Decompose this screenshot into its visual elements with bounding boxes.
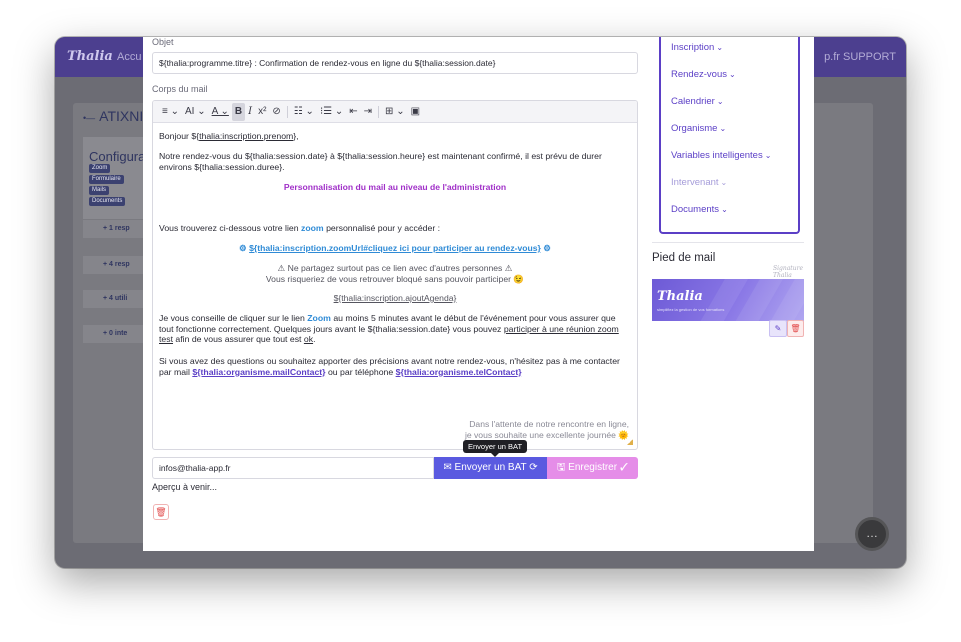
variable-group-inscription[interactable]: Inscription ⌄ [671, 42, 723, 53]
bold-button[interactable]: B [231, 102, 246, 121]
pencil-icon: ✎ [774, 324, 782, 333]
advice-paragraph: Je vous conseille de cliquer sur le lien… [159, 313, 619, 344]
admin-heading: Personnalisation du mail au niveau de l'… [283, 182, 507, 192]
footer-divider [652, 242, 804, 243]
background-tag-mails: Mails [89, 186, 110, 195]
variable-group-rendez-vous[interactable]: Rendez-vous ⌄ [671, 69, 736, 80]
chevron-down-icon: ⌄ [720, 178, 728, 187]
settings-icon: ⚙ [239, 243, 247, 253]
objet-label: Objet [152, 37, 174, 47]
background-resp-row: + 1 resp [83, 220, 143, 238]
bat-email-input[interactable]: infos@thalia-app.fr [152, 457, 434, 479]
chat-bubble-button[interactable] [855, 517, 889, 551]
trash-icon: 🗑 [155, 507, 167, 517]
background-config-title: Configura [89, 149, 146, 164]
footer-signature-image: Signature Thalia [773, 265, 804, 279]
indent-icon[interactable]: ⇥ [361, 103, 375, 121]
mail-body-editor[interactable]: ≡ ⌄ AI ⌄ A ⌄ B I x² ⊘ ☷ ⌄ ⁝☰ ⌄ ⇤ ⇥ ⊞ ⌄ ▣… [152, 100, 638, 450]
variable-group-intervenant[interactable]: Intervenant ⌄ [671, 177, 727, 188]
image-icon[interactable]: ▣ [408, 103, 423, 121]
preview-text: Aperçu à venir... [152, 482, 218, 492]
chevron-down-icon: ⌄ [728, 70, 736, 79]
banner-tagline: simplifiez la gestion de vos formations [657, 307, 725, 312]
delete-template-button[interactable]: 🗑 [153, 504, 169, 520]
tel-contact-variable: ${thalia:organisme.telContact} [395, 366, 522, 377]
agenda-variable: ${thalia:inscription.ajoutAgenda} [333, 293, 457, 303]
bat-tooltip: Envoyer un BAT [463, 440, 528, 457]
warning-line-2: Vous risqueriez de vous retrouver bloqué… [265, 274, 525, 284]
background-tag-documents: Documents [89, 197, 126, 206]
trash-icon: 🗑 [790, 324, 801, 333]
mail-contact-variable: ${thalia:organisme.mailContact} [192, 366, 326, 377]
variable-group-organisme[interactable]: Organisme ⌄ [671, 123, 726, 134]
chevron-down-icon: ⌄ [764, 151, 772, 160]
italic-button[interactable]: I [245, 103, 255, 121]
edit-footer-button[interactable]: ✎ [769, 320, 787, 337]
objet-input[interactable]: ${thalia:programme.titre} : Confirmation… [152, 52, 638, 74]
background-page-title: •— ATIXNI [83, 108, 144, 124]
font-size-dropdown-icon[interactable]: AI ⌄ [182, 103, 209, 121]
background-resp-row: + 0 inte [83, 325, 143, 343]
prenom-variable: thalia:inscription.prenom [199, 131, 294, 141]
support-menu: p.fr SUPPORT [824, 51, 896, 63]
warning-line-1: ⚠ Ne partagez surtout pas ce lien avec d… [277, 263, 513, 273]
banner-logo: Thalia [657, 289, 703, 304]
footer-title: Pied de mail [652, 252, 716, 264]
greeting-line: Bonjour ${thalia:inscription.prenom}, [159, 131, 299, 141]
superscript-button[interactable]: x² [255, 103, 269, 121]
variable-group-variables-intelligentes[interactable]: Variables intelligentes ⌄ [671, 150, 771, 161]
variable-group-documents[interactable]: Documents ⌄ [671, 204, 728, 215]
closing-line-1: Dans l'attente de notre rencontre en lig… [469, 419, 629, 429]
numbered-list-icon[interactable]: ⁝☰ ⌄ [317, 103, 346, 121]
toolbar-divider [286, 105, 288, 118]
chevron-down-icon: ⌄ [716, 43, 724, 52]
align-dropdown-icon[interactable]: ≡ ⌄ [159, 103, 182, 121]
outdent-icon[interactable]: ⇤ [346, 103, 360, 121]
chevron-down-icon: ⌄ [716, 97, 724, 106]
variable-group-calendrier[interactable]: Calendrier ⌄ [671, 96, 724, 107]
text-color-dropdown-icon[interactable]: A ⌄ [209, 103, 232, 121]
confirmation-paragraph: Notre rendez-vous du ${thalia:session.da… [159, 151, 602, 172]
email-template-modal: Objet ${thalia:programme.titre} : Confir… [143, 37, 814, 551]
settings-icon: ⚙ [543, 243, 551, 253]
variables-panel: Inscription ⌄ Rendez-vous ⌄ Calendrier ⌄ Or… [659, 37, 800, 234]
zoom-intro-line: Vous trouverez ci-dessous votre lien zoo… [159, 223, 441, 233]
background-resp-row: + 4 resp [83, 256, 143, 274]
bullet-list-icon[interactable]: ☷ ⌄ [291, 103, 317, 121]
editor-resize-handle[interactable] [627, 439, 633, 445]
app-window: Thalia Accu p.fr SUPPORT •— ATIXNI Config… [55, 37, 906, 568]
background-tag-formulaire: Formulaire [89, 175, 124, 184]
link-icon[interactable]: ⊘ [269, 103, 283, 121]
footer-banner-image: Thalia simplifiez la gestion de vos form… [652, 279, 804, 321]
chevron-down-icon: ⌄ [721, 205, 728, 214]
send-bat-button[interactable]: ✉ Envoyer un BAT ⟳ [434, 457, 547, 479]
table-icon[interactable]: ⊞ ⌄ [382, 103, 408, 121]
toolbar-divider [378, 105, 380, 118]
background-tag-zoom: Zoom [89, 164, 111, 173]
save-button[interactable]: 🖫 Enregistrer ✓ [547, 457, 638, 479]
delete-footer-button[interactable]: 🗑 [787, 320, 804, 337]
background-resp-row: + 4 utili [83, 290, 143, 308]
editor-toolbar: ≡ ⌄ AI ⌄ A ⌄ B I x² ⊘ ☷ ⌄ ⁝☰ ⌄ ⇤ ⇥ ⊞ ⌄ ▣ [153, 101, 637, 123]
corps-label: Corps du mail [152, 84, 208, 94]
nav-item-accueil: Accu [117, 51, 142, 63]
chevron-down-icon: ⌄ [719, 124, 727, 133]
zoom-url-link[interactable]: ⚙ ${thalia:inscription.zoomUrl#cliquez i… [153, 243, 637, 254]
thalia-logo: Thalia [67, 49, 113, 64]
contact-paragraph: Si vous avez des questions ou souhaitez … [159, 356, 620, 377]
